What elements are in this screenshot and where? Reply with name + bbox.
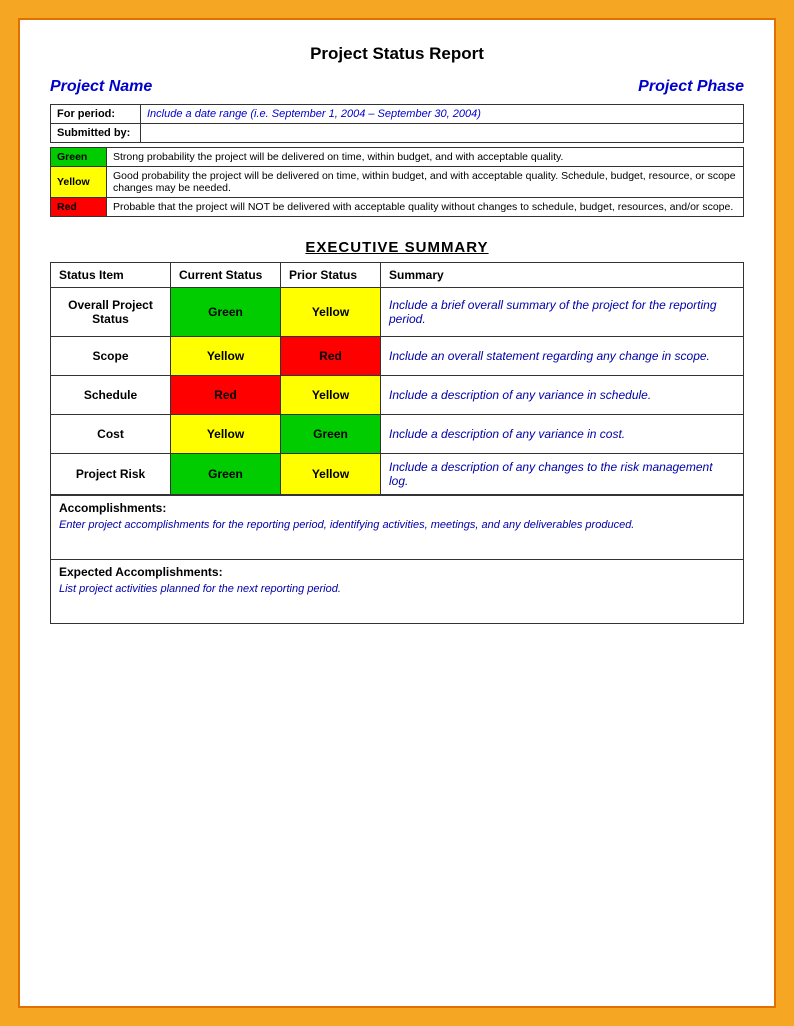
summary-schedule: Include a description of any variance in… [381, 376, 744, 415]
current-scope: Yellow [171, 337, 281, 376]
accomplishments-section: Accomplishments: Enter project accomplis… [51, 496, 743, 560]
table-row: Project Risk Green Yellow Include a desc… [51, 454, 744, 495]
info-table: For period: Include a date range (i.e. S… [50, 104, 744, 143]
item-schedule: Schedule [51, 376, 171, 415]
exec-summary-title: EXECUTIVE SUMMARY [50, 239, 744, 256]
project-name-label: Project Name [50, 78, 152, 96]
submitted-by-value [141, 124, 744, 143]
for-period-row: For period: Include a date range (i.e. S… [51, 105, 744, 124]
item-risk: Project Risk [51, 454, 171, 495]
item-cost: Cost [51, 415, 171, 454]
legend-yellow-row: Yellow Good probability the project will… [51, 167, 744, 198]
accomplishments-label: Accomplishments: [51, 496, 743, 517]
table-header-row: Status Item Current Status Prior Status … [51, 263, 744, 288]
for-period-label: For period: [51, 105, 141, 124]
th-current-status: Current Status [171, 263, 281, 288]
for-period-value: Include a date range (i.e. September 1, … [141, 105, 744, 124]
expected-accomplishments-section: Expected Accomplishments: List project a… [51, 560, 743, 623]
summary-cost: Include a description of any variance in… [381, 415, 744, 454]
summary-scope: Include an overall statement regarding a… [381, 337, 744, 376]
legend-green-label: Green [51, 148, 107, 167]
current-overall: Green [171, 288, 281, 337]
legend-red-desc: Probable that the project will NOT be de… [107, 198, 744, 217]
current-schedule: Red [171, 376, 281, 415]
prior-overall: Yellow [281, 288, 381, 337]
legend-yellow-desc: Good probability the project will be del… [107, 167, 744, 198]
item-scope: Scope [51, 337, 171, 376]
current-risk: Green [171, 454, 281, 495]
submitted-by-label: Submitted by: [51, 124, 141, 143]
th-status-item: Status Item [51, 263, 171, 288]
header-row: Project Name Project Phase [50, 78, 744, 96]
legend-red-label: Red [51, 198, 107, 217]
item-overall: Overall Project Status [51, 288, 171, 337]
expected-acc-value: List project activities planned for the … [51, 581, 743, 623]
legend-red-row: Red Probable that the project will NOT b… [51, 198, 744, 217]
th-prior-status: Prior Status [281, 263, 381, 288]
prior-risk: Yellow [281, 454, 381, 495]
legend-green-desc: Strong probability the project will be d… [107, 148, 744, 167]
prior-schedule: Yellow [281, 376, 381, 415]
table-row: Scope Yellow Red Include an overall stat… [51, 337, 744, 376]
table-row: Cost Yellow Green Include a description … [51, 415, 744, 454]
prior-cost: Green [281, 415, 381, 454]
expected-acc-label: Expected Accomplishments: [51, 560, 743, 581]
bottom-sections: Accomplishments: Enter project accomplis… [50, 495, 744, 624]
th-summary: Summary [381, 263, 744, 288]
project-phase-label: Project Phase [638, 78, 744, 96]
summary-risk: Include a description of any changes to … [381, 454, 744, 495]
table-row: Schedule Red Yellow Include a descriptio… [51, 376, 744, 415]
legend-yellow-label: Yellow [51, 167, 107, 198]
summary-overall: Include a brief overall summary of the p… [381, 288, 744, 337]
legend-green-row: Green Strong probability the project wil… [51, 148, 744, 167]
table-row: Overall Project Status Green Yellow Incl… [51, 288, 744, 337]
current-cost: Yellow [171, 415, 281, 454]
status-table: Status Item Current Status Prior Status … [50, 262, 744, 495]
main-title: Project Status Report [50, 44, 744, 64]
prior-scope: Red [281, 337, 381, 376]
section-gap [50, 217, 744, 239]
accomplishments-value: Enter project accomplishments for the re… [51, 517, 743, 559]
legend-table: Green Strong probability the project wil… [50, 147, 744, 217]
page-container: Project Status Report Project Name Proje… [18, 18, 776, 1008]
submitted-by-row: Submitted by: [51, 124, 744, 143]
